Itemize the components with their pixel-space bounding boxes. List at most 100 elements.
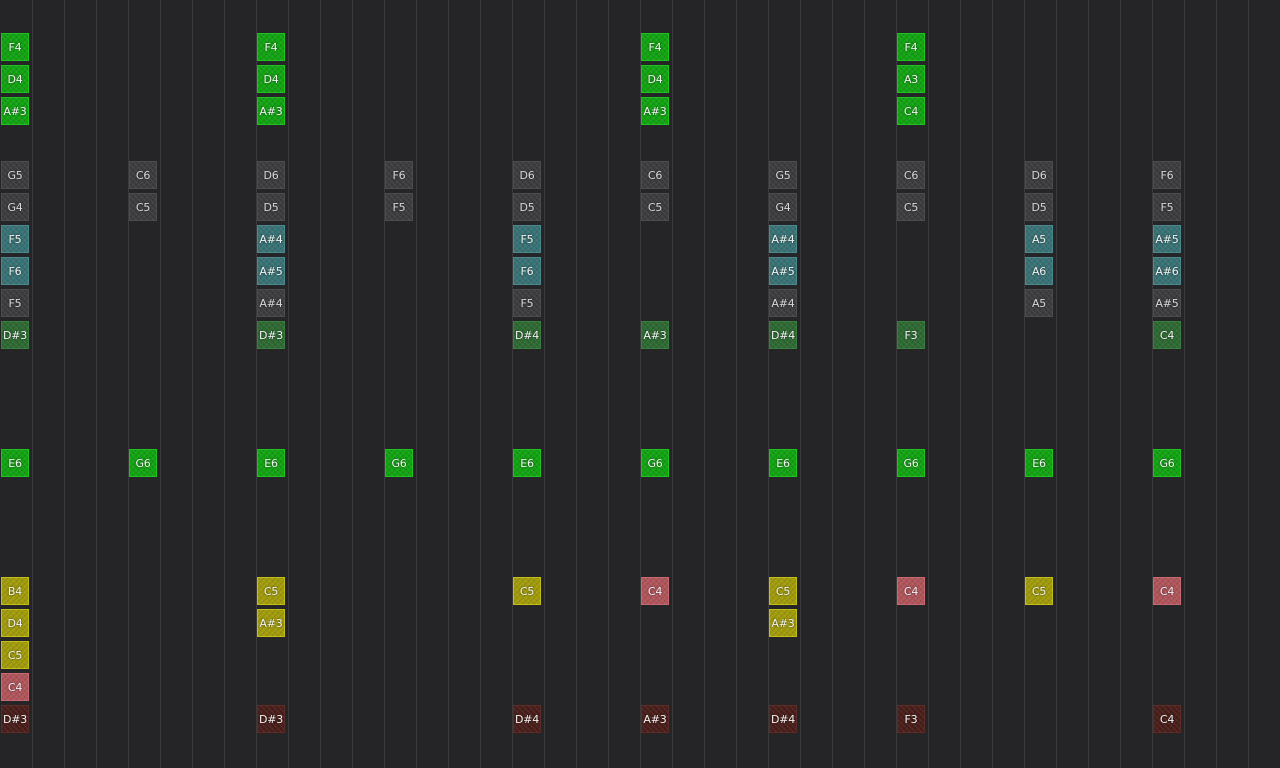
note-cell[interactable]: E6 xyxy=(257,449,285,477)
note-cell[interactable]: A#5 xyxy=(1153,289,1181,317)
note-cell[interactable]: A#3 xyxy=(641,705,669,733)
note-cell[interactable]: F5 xyxy=(1153,193,1181,221)
note-cell[interactable]: F6 xyxy=(385,161,413,189)
note-cell[interactable]: A#3 xyxy=(257,609,285,637)
note-cell[interactable]: C4 xyxy=(897,97,925,125)
note-cell[interactable]: C4 xyxy=(1153,705,1181,733)
note-cell[interactable]: D#3 xyxy=(1,705,29,733)
note-cell[interactable]: A#6 xyxy=(1153,257,1181,285)
note-cell[interactable]: A3 xyxy=(897,65,925,93)
step-divider xyxy=(736,0,737,768)
note-cell[interactable]: D#4 xyxy=(769,321,797,349)
note-cell[interactable]: A#4 xyxy=(257,289,285,317)
note-cell[interactable]: A#5 xyxy=(257,257,285,285)
note-cell[interactable]: A#3 xyxy=(641,321,669,349)
note-cell[interactable]: A5 xyxy=(1025,225,1053,253)
note-cell[interactable]: A#3 xyxy=(257,97,285,125)
note-cell[interactable]: F5 xyxy=(1,225,29,253)
note-cell[interactable]: E6 xyxy=(513,449,541,477)
note-cell[interactable]: F5 xyxy=(385,193,413,221)
note-cell[interactable]: G4 xyxy=(769,193,797,221)
note-cell[interactable]: A#4 xyxy=(769,225,797,253)
note-cell[interactable]: F4 xyxy=(257,33,285,61)
note-cell[interactable]: D4 xyxy=(257,65,285,93)
step-divider xyxy=(1120,0,1121,768)
note-cell[interactable]: D#3 xyxy=(257,321,285,349)
note-cell[interactable]: C5 xyxy=(641,193,669,221)
note-cell[interactable]: C5 xyxy=(129,193,157,221)
note-cell[interactable]: A#5 xyxy=(769,257,797,285)
note-cell[interactable]: F6 xyxy=(1,257,29,285)
step-divider xyxy=(288,0,289,768)
note-cell[interactable]: B4 xyxy=(1,577,29,605)
note-cell[interactable]: G6 xyxy=(129,449,157,477)
note-cell[interactable]: C5 xyxy=(897,193,925,221)
note-cell[interactable]: D#4 xyxy=(513,321,541,349)
note-cell[interactable]: E6 xyxy=(1,449,29,477)
note-cell[interactable]: C6 xyxy=(897,161,925,189)
note-cell[interactable]: G5 xyxy=(1,161,29,189)
note-cell[interactable]: C5 xyxy=(1,641,29,669)
note-cell[interactable]: F5 xyxy=(513,289,541,317)
note-cell[interactable]: F5 xyxy=(1,289,29,317)
note-cell[interactable]: A#3 xyxy=(641,97,669,125)
note-cell[interactable]: F6 xyxy=(1153,161,1181,189)
note-cell[interactable]: D5 xyxy=(513,193,541,221)
note-cell[interactable]: C5 xyxy=(769,577,797,605)
note-cell[interactable]: F6 xyxy=(513,257,541,285)
step-divider xyxy=(1216,0,1217,768)
note-cell[interactable]: C4 xyxy=(1153,577,1181,605)
step-divider xyxy=(672,0,673,768)
step-divider xyxy=(1248,0,1249,768)
note-cell[interactable]: D5 xyxy=(1025,193,1053,221)
step-divider xyxy=(1056,0,1057,768)
step-divider xyxy=(128,0,129,768)
note-cell[interactable]: G4 xyxy=(1,193,29,221)
note-cell[interactable]: F4 xyxy=(897,33,925,61)
note-cell[interactable]: C6 xyxy=(129,161,157,189)
note-cell[interactable]: A5 xyxy=(1025,289,1053,317)
note-cell[interactable]: D4 xyxy=(1,65,29,93)
step-divider xyxy=(832,0,833,768)
note-cell[interactable]: D#4 xyxy=(513,705,541,733)
note-cell[interactable]: E6 xyxy=(1025,449,1053,477)
note-cell[interactable]: C5 xyxy=(1025,577,1053,605)
step-divider xyxy=(1024,0,1025,768)
note-cell[interactable]: G5 xyxy=(769,161,797,189)
note-cell[interactable]: C4 xyxy=(1153,321,1181,349)
note-cell[interactable]: C4 xyxy=(1,673,29,701)
note-cell[interactable]: F3 xyxy=(897,705,925,733)
note-cell[interactable]: D#4 xyxy=(769,705,797,733)
note-cell[interactable]: G6 xyxy=(641,449,669,477)
note-cell[interactable]: A6 xyxy=(1025,257,1053,285)
note-cell[interactable]: E6 xyxy=(769,449,797,477)
note-cell[interactable]: F5 xyxy=(513,225,541,253)
note-cell[interactable]: A#3 xyxy=(1,97,29,125)
note-cell[interactable]: C5 xyxy=(513,577,541,605)
note-cell[interactable]: F4 xyxy=(1,33,29,61)
note-cell[interactable]: D5 xyxy=(257,193,285,221)
note-cell[interactable]: D6 xyxy=(513,161,541,189)
note-cell[interactable]: D4 xyxy=(1,609,29,637)
note-cell[interactable]: G6 xyxy=(897,449,925,477)
step-divider xyxy=(1088,0,1089,768)
note-cell[interactable]: G6 xyxy=(1153,449,1181,477)
note-cell[interactable]: C4 xyxy=(897,577,925,605)
note-cell[interactable]: D6 xyxy=(257,161,285,189)
sequencer-grid[interactable]: F4 D4 A#3 F4 D4 A#3 F4 D4 A#3 F4 A3 C4 G5 G4 F5 F6 F5 D#3… xyxy=(0,0,1280,768)
step-divider xyxy=(384,0,385,768)
note-cell[interactable]: D#3 xyxy=(1,321,29,349)
note-cell[interactable]: F4 xyxy=(641,33,669,61)
note-cell[interactable]: A#4 xyxy=(769,289,797,317)
note-cell[interactable]: G6 xyxy=(385,449,413,477)
note-cell[interactable]: A#3 xyxy=(769,609,797,637)
note-cell[interactable]: A#4 xyxy=(257,225,285,253)
note-cell[interactable]: F3 xyxy=(897,321,925,349)
note-cell[interactable]: C4 xyxy=(641,577,669,605)
note-cell[interactable]: C6 xyxy=(641,161,669,189)
note-cell[interactable]: C5 xyxy=(257,577,285,605)
note-cell[interactable]: D#3 xyxy=(257,705,285,733)
note-cell[interactable]: D4 xyxy=(641,65,669,93)
note-cell[interactable]: A#5 xyxy=(1153,225,1181,253)
note-cell[interactable]: D6 xyxy=(1025,161,1053,189)
